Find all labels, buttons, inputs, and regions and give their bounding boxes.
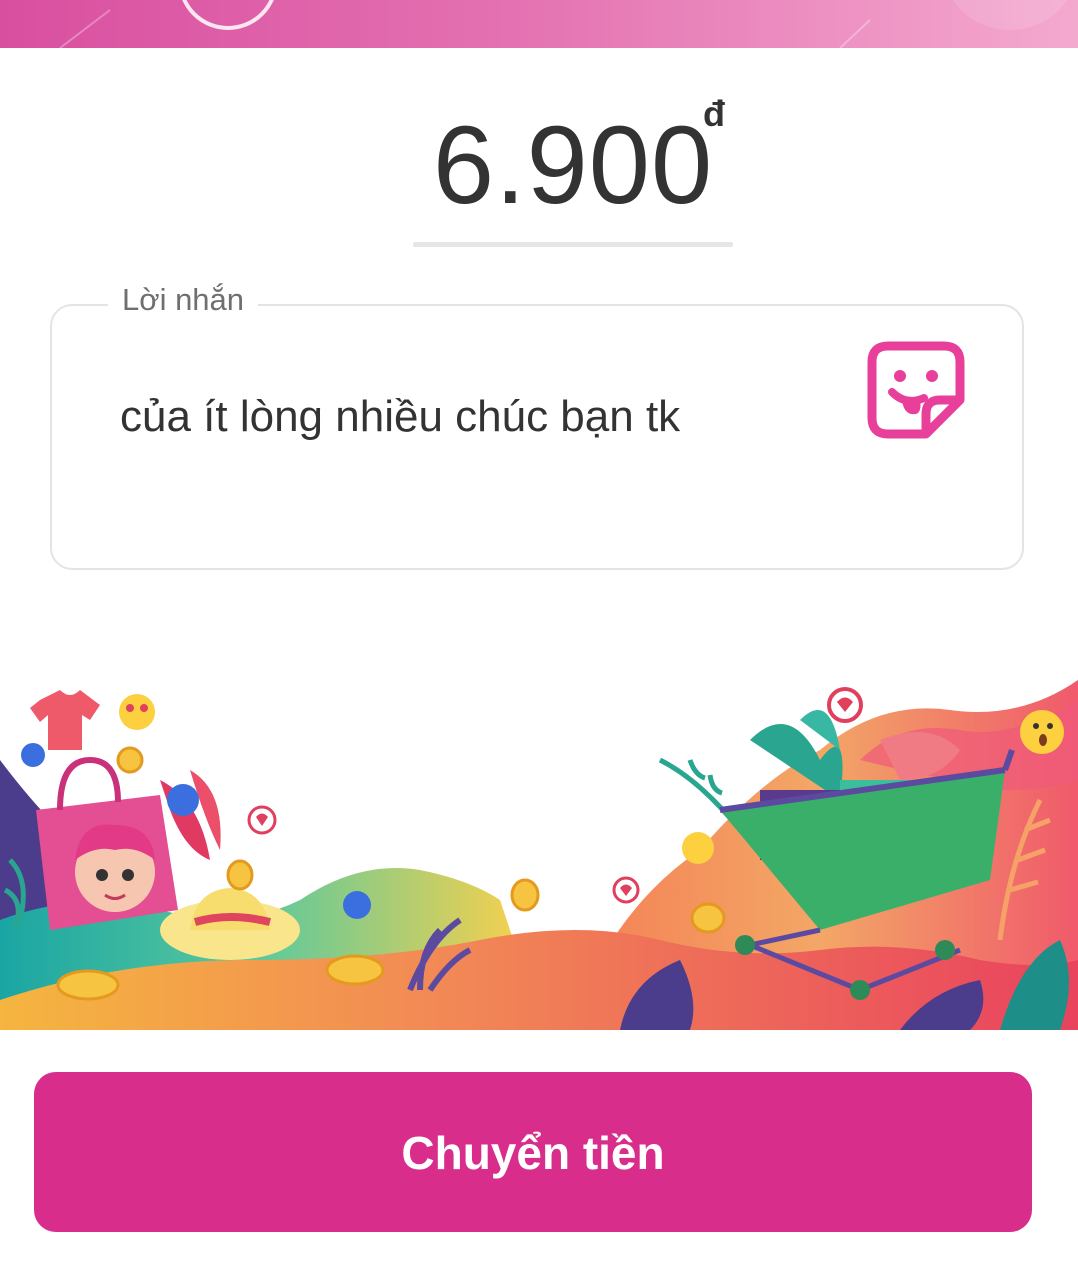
- header-decoration: [59, 0, 1068, 48]
- header-banner: [0, 0, 1078, 48]
- amount-value: 6.900: [432, 104, 714, 227]
- shopping-illustration-art: [0, 680, 1078, 1030]
- amount-display[interactable]: 6.900 đ: [413, 96, 733, 250]
- amount-underline: [413, 242, 733, 247]
- sticker-button[interactable]: [866, 340, 966, 440]
- currency-symbol: đ: [703, 93, 725, 134]
- message-label: Lời nhắn: [108, 282, 259, 318]
- shopping-illustration: [0, 660, 1078, 1030]
- sticker-icon: [867, 341, 965, 439]
- transfer-button[interactable]: Chuyển tiền: [34, 1072, 1032, 1232]
- message-input[interactable]: của ít lòng nhiều chúc bạn tk: [120, 390, 840, 444]
